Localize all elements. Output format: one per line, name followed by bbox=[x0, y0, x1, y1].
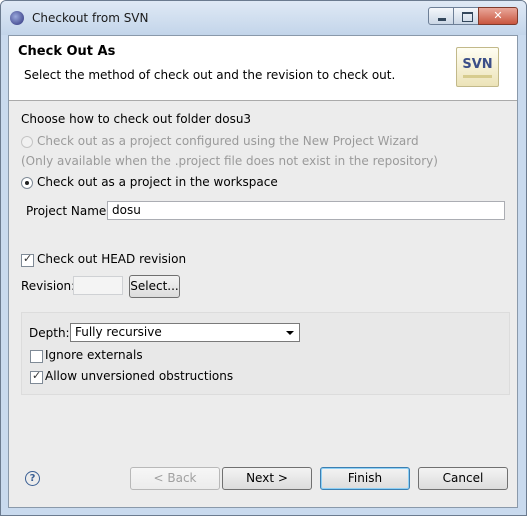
revision-label: Revision: bbox=[21, 279, 76, 293]
title-bar[interactable]: Checkout from SVN ✕ bbox=[1, 1, 526, 35]
checkbox-head-revision[interactable]: ✓ bbox=[21, 252, 34, 267]
minimize-button[interactable] bbox=[428, 7, 454, 25]
checkout-dialog: Checkout from SVN ✕ Check Out As Select … bbox=[0, 0, 527, 516]
depth-selected-value: Fully recursive bbox=[75, 325, 162, 339]
radio-selected-dot bbox=[25, 181, 29, 185]
close-button[interactable]: ✕ bbox=[478, 7, 518, 25]
revision-input[interactable] bbox=[73, 276, 123, 295]
finish-button[interactable]: Finish bbox=[320, 467, 410, 490]
svn-logo: SVN bbox=[456, 47, 499, 87]
depth-options-group: Depth: Fully recursive Ignore externals … bbox=[21, 312, 510, 395]
head-revision-label: Check out HEAD revision bbox=[37, 252, 187, 266]
close-icon: ✕ bbox=[493, 9, 503, 22]
dialog-client-area: Check Out As Select the method of check … bbox=[8, 35, 518, 508]
checkbox-ignore-externals[interactable] bbox=[30, 350, 43, 363]
window-title: Checkout from SVN bbox=[32, 11, 149, 25]
choose-label: Choose how to check out folder dosu3 bbox=[21, 112, 252, 126]
page-description: Select the method of check out and the r… bbox=[24, 68, 396, 82]
ignore-externals-label: Ignore externals bbox=[45, 348, 143, 362]
minimize-icon bbox=[438, 18, 446, 21]
project-name-input[interactable]: dosu bbox=[107, 201, 505, 220]
checkbox-allow-unversioned[interactable]: ✓ bbox=[30, 369, 43, 384]
help-icon[interactable]: ? bbox=[25, 471, 40, 486]
option-workspace-label: Check out as a project in the workspace bbox=[37, 175, 278, 189]
next-button[interactable]: Next > bbox=[222, 467, 312, 490]
depth-dropdown[interactable]: Fully recursive bbox=[70, 323, 300, 342]
maximize-icon bbox=[462, 12, 473, 22]
back-button[interactable]: < Back bbox=[130, 467, 220, 490]
dropdown-arrow-icon bbox=[286, 331, 294, 335]
svn-logo-text: SVN bbox=[462, 57, 493, 72]
maximize-button[interactable] bbox=[453, 7, 479, 25]
svn-logo-stripe bbox=[463, 75, 492, 78]
project-name-label: Project Name: bbox=[26, 204, 111, 218]
option-wizard-note: (Only available when the .project file d… bbox=[21, 154, 438, 168]
eclipse-icon bbox=[10, 11, 24, 25]
depth-label: Depth: bbox=[29, 326, 70, 340]
checkmark-icon: ✓ bbox=[23, 252, 33, 265]
radio-workspace-project[interactable] bbox=[21, 177, 33, 189]
cancel-button[interactable]: Cancel bbox=[418, 467, 508, 490]
allow-unversioned-label: Allow unversioned obstructions bbox=[45, 369, 234, 383]
radio-new-project-wizard[interactable] bbox=[21, 136, 33, 148]
wizard-header: Check Out As Select the method of check … bbox=[9, 36, 517, 101]
option-wizard-label: Check out as a project configured using … bbox=[37, 134, 419, 148]
select-revision-button[interactable]: Select... bbox=[129, 275, 180, 298]
page-title: Check Out As bbox=[18, 44, 116, 59]
checkmark-icon: ✓ bbox=[32, 369, 42, 382]
